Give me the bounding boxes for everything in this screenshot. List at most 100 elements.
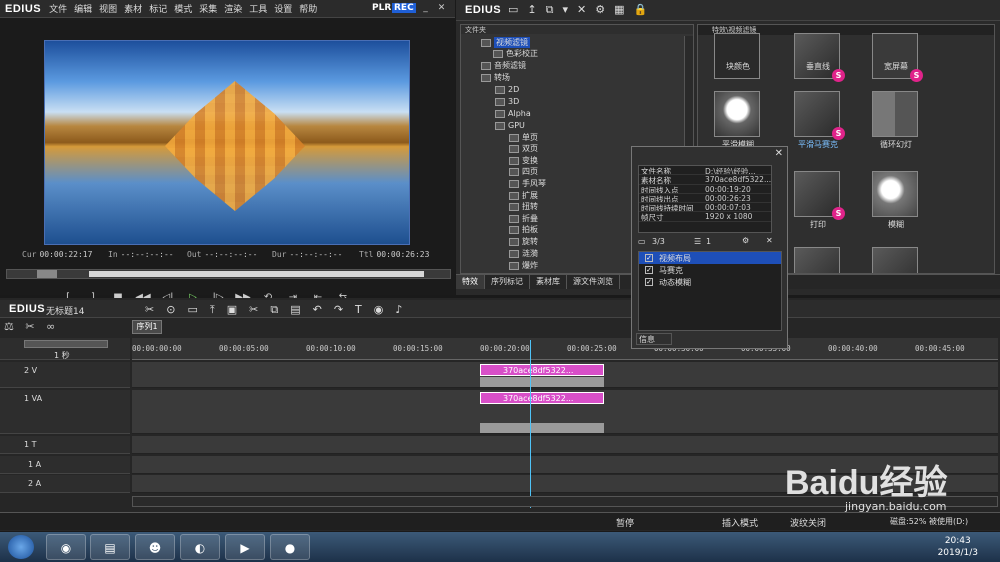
- rec-toggle[interactable]: REC: [392, 3, 416, 13]
- track-header-1t[interactable]: 1 T: [0, 436, 130, 454]
- playhead[interactable]: [530, 340, 531, 508]
- properties-icon[interactable]: ⚙: [595, 3, 605, 17]
- menu-view[interactable]: 视图: [99, 2, 117, 15]
- menu-help[interactable]: 帮助: [299, 2, 317, 15]
- tree-item[interactable]: 涟漪: [509, 248, 538, 259]
- undo-icon[interactable]: ↶: [313, 303, 322, 317]
- copy-icon[interactable]: ⧉: [546, 3, 554, 17]
- settings-icon[interactable]: ⚙: [742, 236, 749, 245]
- checkbox[interactable]: ✓: [645, 278, 653, 286]
- tree-item[interactable]: 3D: [495, 96, 519, 107]
- track-1va[interactable]: 370ace8df5322...: [132, 390, 998, 434]
- tree-item[interactable]: GPU: [495, 120, 525, 131]
- effect-thumb[interactable]: S: [872, 33, 923, 82]
- edius-taskbar-icon[interactable]: ▶: [225, 534, 265, 560]
- track-header-2a[interactable]: 2 A: [0, 475, 130, 493]
- menu-capture[interactable]: 采集: [199, 2, 217, 15]
- audio-bar[interactable]: [480, 423, 604, 433]
- tree-item[interactable]: 折叠: [509, 213, 538, 224]
- save-icon[interactable]: ▣: [227, 303, 237, 317]
- clip-1va[interactable]: 370ace8df5322...: [480, 392, 604, 404]
- tree-item[interactable]: 双页: [509, 143, 538, 154]
- tab-library[interactable]: 素材库: [530, 275, 567, 289]
- remove-icon[interactable]: ✕: [766, 236, 773, 245]
- ripple-tool-icon[interactable]: ✂: [25, 320, 34, 333]
- list-item[interactable]: ✓ 动态模糊: [639, 276, 781, 288]
- checkbox[interactable]: ✓: [645, 266, 653, 274]
- list-item[interactable]: ✓ 马赛克: [639, 264, 781, 276]
- start-button[interactable]: [8, 535, 34, 559]
- track-header-1a[interactable]: 1 A: [0, 456, 130, 474]
- menu-marker[interactable]: 标记: [149, 2, 167, 15]
- zoom-slider[interactable]: [24, 340, 108, 348]
- tree-item[interactable]: 扩展: [509, 190, 538, 201]
- menu-edit[interactable]: 编辑: [74, 2, 92, 15]
- clock[interactable]: 20:43 2019/1/3: [938, 535, 978, 559]
- shuttle-knob[interactable]: [37, 270, 57, 278]
- tree-item[interactable]: 变换: [509, 155, 538, 166]
- copy-icon[interactable]: ⧉: [270, 303, 278, 317]
- tree-item[interactable]: 拍板: [509, 224, 538, 235]
- tree-item[interactable]: 单页: [509, 132, 538, 143]
- view-icon[interactable]: ▦: [614, 3, 624, 17]
- folder-icon[interactable]: ▭: [508, 3, 518, 17]
- tree-item[interactable]: 色彩校正: [493, 48, 538, 59]
- menu-mode[interactable]: 模式: [174, 2, 192, 15]
- close-icon[interactable]: ✕: [436, 3, 447, 14]
- tab-sequence-1[interactable]: 序列1: [132, 320, 162, 334]
- tab-source-browser[interactable]: 源文件浏览: [567, 275, 620, 289]
- tab-sequence-marker[interactable]: 序列标记: [485, 275, 530, 289]
- text-icon[interactable]: T: [355, 303, 362, 317]
- tree-item[interactable]: 爆炸: [509, 260, 538, 271]
- tree-item[interactable]: 音频滤镜: [481, 60, 526, 71]
- qq-icon[interactable]: ☻: [135, 534, 175, 560]
- camera-icon[interactable]: ⊙: [166, 303, 175, 317]
- time-ruler[interactable]: 00:00:00:00 00:00:05:00 00:00:10:00 00:0…: [132, 338, 998, 360]
- scrub-bar[interactable]: [6, 269, 451, 279]
- menu-file[interactable]: 文件: [49, 2, 67, 15]
- lock-icon[interactable]: 🔒: [634, 3, 648, 17]
- new-sequence-icon[interactable]: ▭: [187, 303, 197, 317]
- volume-icon[interactable]: ♪: [395, 303, 402, 317]
- plr-toggle[interactable]: PLR: [372, 3, 391, 13]
- tree-item[interactable]: 扭转: [509, 201, 538, 212]
- tree-item[interactable]: 转场: [481, 72, 510, 83]
- menu-settings[interactable]: 设置: [274, 2, 292, 15]
- browser-360-icon[interactable]: ◉: [46, 534, 86, 560]
- tab-effects[interactable]: 特效: [456, 275, 485, 289]
- track-view-icon[interactable]: ⚖: [4, 320, 14, 333]
- redo-icon[interactable]: ↷: [334, 303, 343, 317]
- track-header-2v[interactable]: 2 V: [0, 362, 130, 388]
- mix-bar[interactable]: [480, 377, 604, 387]
- delete-icon[interactable]: ✕: [577, 3, 586, 17]
- tree-item[interactable]: 视频滤镜: [481, 37, 530, 48]
- close-icon[interactable]: ✕: [775, 148, 783, 159]
- effect-thumb[interactable]: S: [794, 91, 845, 140]
- cut-mode-icon[interactable]: ✂: [145, 303, 154, 317]
- effect-thumb[interactable]: [714, 33, 760, 79]
- minimize-icon[interactable]: _: [420, 3, 431, 14]
- checkbox[interactable]: ✓: [645, 254, 653, 262]
- tree-item[interactable]: 2D: [495, 84, 519, 95]
- file-explorer-icon[interactable]: ▤: [90, 534, 130, 560]
- menu-dropdown-icon[interactable]: ▾: [562, 3, 568, 17]
- tree-item[interactable]: Alpha: [495, 108, 531, 119]
- effect-thumb[interactable]: [872, 91, 918, 137]
- effect-thumb[interactable]: [872, 247, 918, 273]
- track-header-1va[interactable]: 1 VA: [0, 390, 130, 434]
- clip-2v[interactable]: 370ace8df5322...: [480, 364, 604, 376]
- scissors-icon[interactable]: ✂: [249, 303, 258, 317]
- up-folder-icon[interactable]: ↥: [527, 3, 536, 17]
- effect-thumb[interactable]: S: [794, 33, 845, 82]
- tree-item[interactable]: 旋转: [509, 236, 538, 247]
- firefox-icon[interactable]: ◐: [180, 534, 220, 560]
- link-icon[interactable]: ∞: [46, 320, 55, 333]
- tab-info[interactable]: 信息: [636, 333, 672, 345]
- menu-clip[interactable]: 素材: [124, 2, 142, 15]
- effect-thumb[interactable]: [714, 91, 760, 137]
- effect-thumb[interactable]: [794, 247, 840, 273]
- tree-item[interactable]: 手风琴: [509, 178, 546, 189]
- scrub-range[interactable]: [89, 271, 424, 277]
- menu-render[interactable]: 渲染: [224, 2, 242, 15]
- effect-thumb[interactable]: S: [794, 171, 845, 220]
